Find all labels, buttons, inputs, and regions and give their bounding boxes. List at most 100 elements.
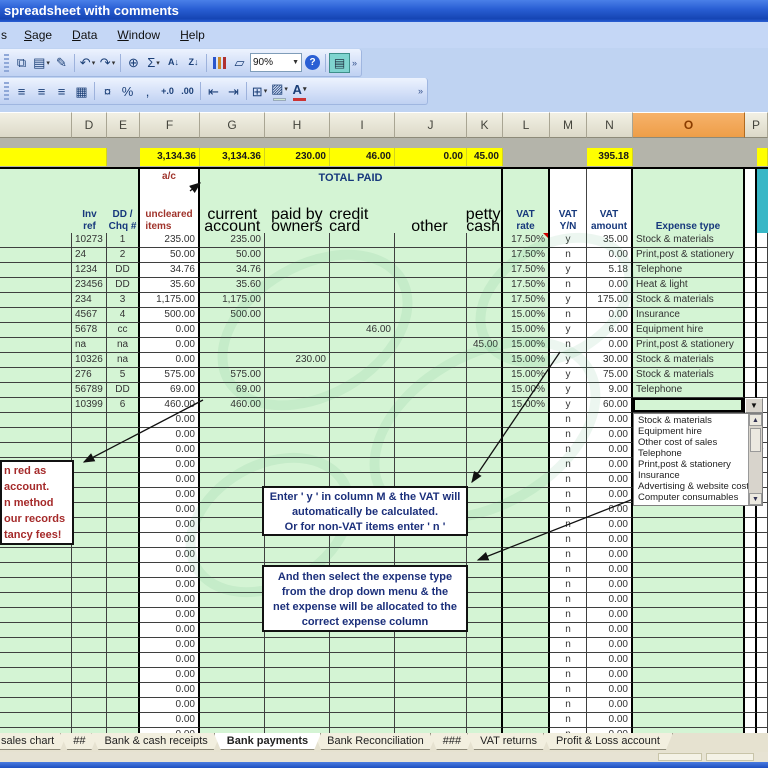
red-note-box[interactable]: n red asaccount.n methodour recordstancy…	[0, 460, 74, 545]
cell-g[interactable]	[200, 548, 265, 563]
cell-ps[interactable]	[745, 713, 757, 728]
cell-c[interactable]	[0, 263, 72, 278]
cell-ps[interactable]	[745, 278, 757, 293]
cell-m[interactable]: y	[550, 323, 587, 338]
cell-p[interactable]	[757, 593, 768, 608]
cell-h[interactable]: 230.00	[265, 353, 330, 368]
cell-f[interactable]: 0.00	[140, 458, 200, 473]
header-uncleared-items[interactable]: a/cuncleareditems	[140, 169, 200, 235]
cell-o[interactable]	[633, 563, 745, 578]
cell-o[interactable]	[633, 578, 745, 593]
cell-f[interactable]: 0.00	[140, 713, 200, 728]
cell-n[interactable]: 0.00	[587, 338, 633, 353]
cell-g[interactable]: 500.00	[200, 308, 265, 323]
cell-g[interactable]	[200, 623, 265, 638]
cell-k[interactable]	[467, 533, 503, 548]
total-cell[interactable]	[0, 148, 107, 166]
cell-f[interactable]: 0.00	[140, 353, 200, 368]
menu-sage[interactable]: Sage	[15, 25, 61, 45]
undo-icon[interactable]: ↶▾	[78, 53, 97, 73]
cell-e[interactable]	[107, 503, 140, 518]
header-vat-rate[interactable]: VATrate	[503, 169, 550, 235]
cell-f[interactable]: 575.00	[140, 368, 200, 383]
cell-ps[interactable]	[745, 383, 757, 398]
cell-d[interactable]	[72, 623, 107, 638]
vat-note-box[interactable]: Enter ' y ' in column M & the VAT willau…	[262, 486, 468, 536]
header-vat-amount[interactable]: VATamount	[587, 169, 633, 235]
cell-e[interactable]	[107, 623, 140, 638]
total-cell[interactable]: 3,134.36	[200, 148, 265, 166]
cell-e[interactable]	[107, 713, 140, 728]
cell-m[interactable]: n	[550, 248, 587, 263]
cell-n[interactable]: 0.00	[587, 563, 633, 578]
total-cell[interactable]: 0.00	[395, 148, 467, 166]
cell-n[interactable]: 0.00	[587, 653, 633, 668]
cell-n[interactable]: 0.00	[587, 518, 633, 533]
cell-n[interactable]: 0.00	[587, 698, 633, 713]
cell-p[interactable]	[757, 578, 768, 593]
dropdown-item[interactable]: Other cost of sales	[634, 437, 748, 448]
redo-icon[interactable]: ↷▾	[98, 53, 117, 73]
align-right-icon[interactable]: ≡	[52, 81, 71, 101]
cell-ps[interactable]	[745, 293, 757, 308]
cell-o[interactable]: Print,post & stationery	[633, 338, 745, 353]
cell-p[interactable]	[757, 563, 768, 578]
cell-l[interactable]	[503, 638, 550, 653]
cell-h[interactable]	[265, 293, 330, 308]
cell-g[interactable]	[200, 608, 265, 623]
cell-ps[interactable]	[745, 563, 757, 578]
cell-l[interactable]	[503, 533, 550, 548]
cell-h[interactable]	[265, 428, 330, 443]
cell-c[interactable]	[0, 608, 72, 623]
tab-bank-cash-receipts[interactable]: Bank & cash receipts	[91, 733, 220, 750]
cell-c[interactable]	[0, 353, 72, 368]
cell-e[interactable]	[107, 518, 140, 533]
cell-j[interactable]	[395, 458, 467, 473]
expense-note-box[interactable]: And then select the expense typefrom the…	[262, 565, 468, 632]
cell-f[interactable]: 69.00	[140, 383, 200, 398]
decrease-indent-icon[interactable]: ⇤	[204, 81, 223, 101]
cell-n[interactable]: 9.00	[587, 383, 633, 398]
menu-help[interactable]: Help	[171, 25, 214, 45]
column-header-c[interactable]	[0, 112, 72, 138]
cell-p[interactable]	[757, 638, 768, 653]
cell-o[interactable]: Telephone	[633, 383, 745, 398]
cell-o[interactable]	[633, 533, 745, 548]
cell-g[interactable]	[200, 413, 265, 428]
cell-c[interactable]	[0, 278, 72, 293]
cell-f[interactable]: 0.00	[140, 518, 200, 533]
cell-l[interactable]	[503, 608, 550, 623]
cell-d[interactable]	[72, 563, 107, 578]
cell-g[interactable]: 69.00	[200, 383, 265, 398]
cell-e[interactable]: na	[107, 338, 140, 353]
scroll-down-icon[interactable]: ▼	[749, 493, 762, 505]
cell-n[interactable]: 0.00	[587, 533, 633, 548]
cell-i[interactable]: 46.00	[330, 323, 395, 338]
cell-p[interactable]	[757, 383, 768, 398]
cell-l[interactable]	[503, 428, 550, 443]
dropdown-item[interactable]: Computer consumables	[634, 492, 748, 503]
cell-j[interactable]	[395, 638, 467, 653]
cell-n[interactable]: 0.00	[587, 623, 633, 638]
cell-h[interactable]	[265, 653, 330, 668]
cell-l[interactable]: 17.50%	[503, 263, 550, 278]
cell-f[interactable]: 50.00	[140, 248, 200, 263]
cell-e[interactable]	[107, 608, 140, 623]
cell-m[interactable]: y	[550, 383, 587, 398]
cell-p[interactable]	[757, 263, 768, 278]
cell-n[interactable]: 60.00	[587, 398, 633, 413]
cell-g[interactable]: 575.00	[200, 368, 265, 383]
cell-n[interactable]: 0.00	[587, 458, 633, 473]
cell-n[interactable]: 0.00	[587, 608, 633, 623]
cell-h[interactable]	[265, 263, 330, 278]
cell-g[interactable]	[200, 518, 265, 533]
cell-d[interactable]	[72, 413, 107, 428]
cell-m[interactable]: n	[550, 638, 587, 653]
cell-p[interactable]	[757, 353, 768, 368]
cell-e[interactable]	[107, 653, 140, 668]
cell-g[interactable]	[200, 533, 265, 548]
cell-o[interactable]	[633, 713, 745, 728]
cell-m[interactable]: n	[550, 533, 587, 548]
cell-j[interactable]	[395, 308, 467, 323]
column-header-L[interactable]: L	[503, 112, 550, 138]
